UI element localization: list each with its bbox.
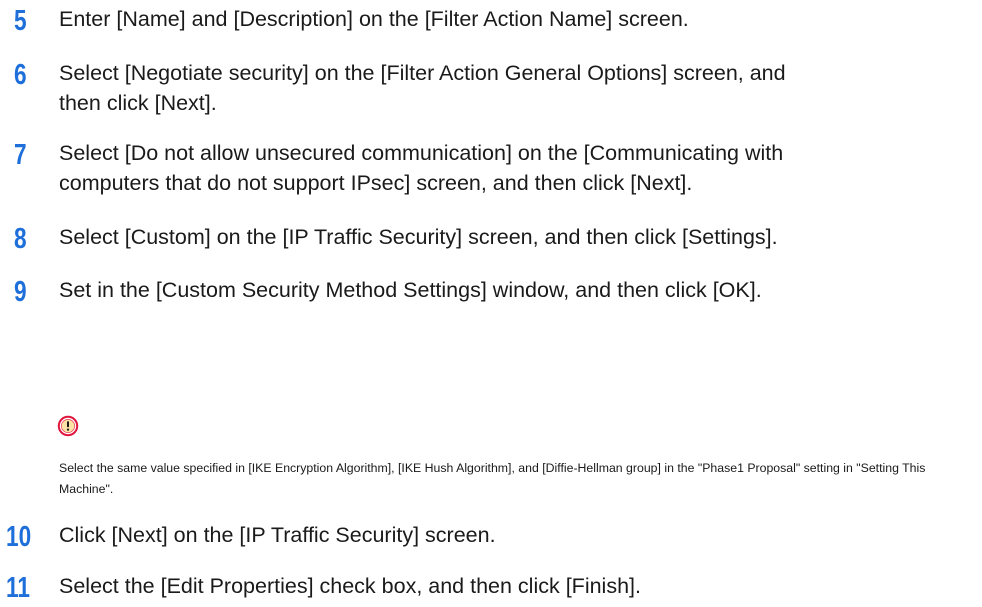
step-text: Select [Do not allow unsecured communica… bbox=[59, 141, 784, 195]
step-number: 11 bbox=[6, 572, 30, 604]
step-text: Enter [Name] and [Description] on the [F… bbox=[59, 7, 689, 31]
step-number: 9 bbox=[14, 276, 27, 308]
step-number: 6 bbox=[14, 59, 27, 91]
step-text: Click [Next] on the [IP Traffic Security… bbox=[59, 523, 496, 547]
step-text: Select [Custom] on the [IP Traffic Secur… bbox=[59, 225, 778, 249]
step-text: Select [Negotiate security] on the [Filt… bbox=[59, 61, 786, 115]
caution-note-text: Select the same value specified in [IKE … bbox=[59, 461, 926, 496]
step-text: Set in the [Custom Security Method Setti… bbox=[59, 278, 762, 302]
step-text: Select the [Edit Properties] check box, … bbox=[59, 574, 641, 598]
step-number: 10 bbox=[6, 521, 32, 553]
step-number: 5 bbox=[14, 5, 27, 37]
caution-icon bbox=[57, 415, 79, 437]
manual-page: 5 Enter [Name] and [Description] on the … bbox=[0, 0, 982, 607]
step-number: 8 bbox=[14, 223, 27, 255]
step-number: 7 bbox=[14, 139, 27, 171]
